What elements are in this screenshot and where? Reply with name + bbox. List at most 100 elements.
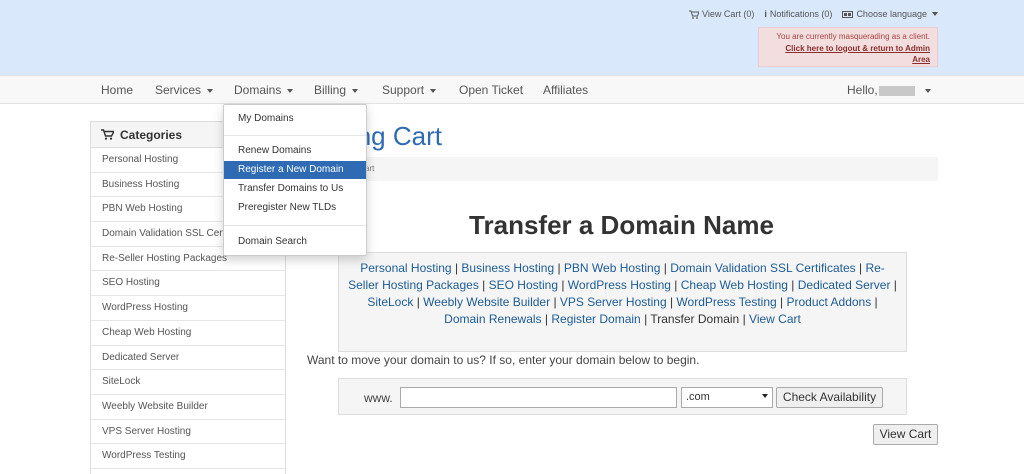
category-link[interactable]: VPS Server Hosting <box>560 295 667 309</box>
chevron-down-icon <box>352 88 359 93</box>
chevron-down-icon <box>207 88 214 93</box>
chevron-down-icon <box>287 88 294 93</box>
redacted-username <box>878 85 915 96</box>
sidebar-item-vps-hosting[interactable]: VPS Server Hosting <box>91 420 285 445</box>
sidebar-item-sitelock[interactable]: SiteLock <box>91 370 285 395</box>
link-separator: | <box>550 295 560 309</box>
tld-selected-value: .com <box>686 391 710 403</box>
sidebar-item-cheap-web-hosting[interactable]: Cheap Web Hosting <box>91 321 285 346</box>
link-separator: | <box>776 295 787 309</box>
cart-icon <box>689 10 700 19</box>
category-links: Personal Hosting | Business Hosting | PB… <box>348 261 897 326</box>
link-separator: | <box>451 261 462 275</box>
language-icon <box>842 10 854 18</box>
menu-item-preregister-tlds[interactable]: Preregister New TLDs <box>224 199 366 217</box>
category-link[interactable]: SEO Hosting <box>489 278 558 292</box>
chevron-down-icon <box>932 12 938 16</box>
link-separator: | <box>739 312 750 326</box>
category-link[interactable]: Weebly Website Builder <box>423 295 550 309</box>
chevron-down-icon <box>762 394 768 398</box>
check-availability-button[interactable]: Check Availability <box>776 387 883 408</box>
category-link[interactable]: Dedicated Server <box>798 278 891 292</box>
notifications-label: Notifications (0) <box>769 9 833 19</box>
view-cart-label: View Cart (0) <box>702 9 755 19</box>
domain-input[interactable] <box>400 387 677 408</box>
link-separator: | <box>855 261 866 275</box>
link-separator: | <box>640 312 651 326</box>
nav-open-ticket[interactable]: Open Ticket <box>459 83 523 97</box>
breadcrumb: art <box>305 157 938 181</box>
category-link[interactable]: WordPress Hosting <box>568 278 671 292</box>
link-separator: | <box>670 278 681 292</box>
admin-return-link-continued[interactable]: Area <box>912 55 930 64</box>
nav-domains[interactable]: Domains <box>234 83 294 97</box>
link-separator: | <box>554 261 564 275</box>
sidebar-item-seo-hosting[interactable]: SEO Hosting <box>91 271 285 297</box>
nav-billing-label: Billing <box>314 83 347 97</box>
nav-services[interactable]: Services <box>155 83 214 97</box>
category-link[interactable]: WordPress Testing <box>676 295 776 309</box>
sidebar-title: Categories <box>120 127 183 142</box>
link-separator: | <box>478 278 489 292</box>
category-link[interactable]: PBN Web Hosting <box>564 261 661 275</box>
menu-item-register-domain[interactable]: Register a New Domain <box>224 161 366 179</box>
chevron-down-icon <box>430 88 437 93</box>
link-separator: | <box>558 278 568 292</box>
category-link[interactable]: Product Addons <box>786 295 871 309</box>
nav-services-label: Services <box>155 83 202 97</box>
category-link[interactable]: View Cart <box>749 312 801 326</box>
category-link[interactable]: Cheap Web Hosting <box>681 278 788 292</box>
notifications-link[interactable]: i Notifications (0) <box>764 9 832 19</box>
menu-item-renew-domains[interactable]: Renew Domains <box>224 142 366 160</box>
sidebar-item-dedicated-server[interactable]: Dedicated Server <box>91 346 285 371</box>
category-link[interactable]: Personal Hosting <box>360 261 451 275</box>
transfer-intro-text: Want to move your domain to us? If so, e… <box>307 353 700 367</box>
menu-divider <box>224 135 366 136</box>
nav-home[interactable]: Home <box>101 83 133 97</box>
info-icon: i <box>764 9 767 19</box>
menu-divider <box>224 225 366 226</box>
link-separator: | <box>666 295 677 309</box>
admin-return-link[interactable]: Click here to logout & return to Admin <box>785 44 930 53</box>
nav-hello-label: Hello, <box>847 83 878 97</box>
category-link[interactable]: Register Domain <box>551 312 640 326</box>
link-separator: | <box>413 295 424 309</box>
nav-billing[interactable]: Billing <box>314 83 359 97</box>
transfer-heading: Transfer a Domain Name <box>469 210 774 240</box>
top-header: View Cart (0) i Notifications (0) Choose… <box>0 0 1024 75</box>
view-cart-link[interactable]: View Cart (0) <box>689 9 754 19</box>
nav-support-label: Support <box>382 83 425 97</box>
sidebar-item-weebly-builder[interactable]: Weebly Website Builder <box>91 395 285 420</box>
menu-item-domain-search[interactable]: Domain Search <box>224 233 366 251</box>
transfer-form: www. .com Check Availability <box>338 378 907 415</box>
link-separator: | <box>660 261 671 275</box>
menu-item-my-domains[interactable]: My Domains <box>224 110 366 128</box>
nav-domains-label: Domains <box>234 83 282 97</box>
view-cart-button[interactable]: View Cart <box>873 424 938 445</box>
masquerade-alert: You are currently masquerading as a clie… <box>758 27 938 67</box>
sidebar-item-wordpress-testing[interactable]: WordPress Testing <box>91 444 285 469</box>
nav-account-menu[interactable]: Hello, <box>847 83 931 97</box>
top-links: View Cart (0) i Notifications (0) Choose… <box>689 9 938 19</box>
category-link[interactable]: SiteLock <box>367 295 413 309</box>
link-separator: | <box>871 295 878 309</box>
link-separator: | <box>787 278 798 292</box>
menu-item-transfer-domains[interactable]: Transfer Domains to Us <box>224 180 366 198</box>
chevron-down-icon <box>924 88 931 93</box>
cart-icon <box>101 129 114 140</box>
category-link[interactable]: Domain Renewals <box>444 312 541 326</box>
category-link[interactable]: Domain Validation SSL Certificates <box>670 261 855 275</box>
domains-dropdown-menu: My Domains Renew Domains Register a New … <box>223 104 367 256</box>
language-selector[interactable]: Choose language <box>842 9 938 19</box>
category-link[interactable]: Business Hosting <box>461 261 554 275</box>
masquerade-message: You are currently masquerading as a clie… <box>776 32 930 41</box>
link-separator: | <box>890 278 897 292</box>
tld-select[interactable]: .com <box>681 387 773 408</box>
category-links-box: Personal Hosting | Business Hosting | PB… <box>338 252 907 352</box>
sidebar-item-wordpress-hosting[interactable]: WordPress Hosting <box>91 296 285 321</box>
category-link: Transfer Domain <box>650 312 740 326</box>
www-label: www. <box>364 391 393 405</box>
nav-affiliates[interactable]: Affiliates <box>543 83 588 97</box>
link-separator: | <box>541 312 552 326</box>
nav-support[interactable]: Support <box>382 83 437 97</box>
